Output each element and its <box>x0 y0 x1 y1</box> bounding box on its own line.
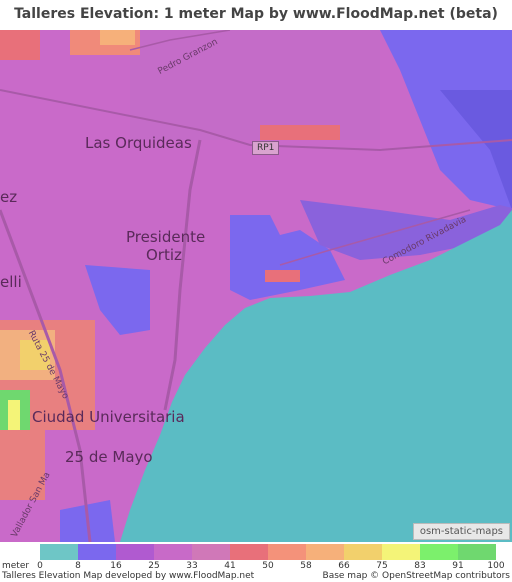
legend-tick-label: 91 <box>452 561 464 571</box>
map-title: Talleres Elevation: 1 meter Map by www.F… <box>14 6 498 22</box>
high-ground-northwest <box>0 30 40 60</box>
legend-tick-label: 50 <box>262 561 274 571</box>
place-ciudad-universitaria: Ciudad Universitaria <box>32 408 185 426</box>
high-ground-coast <box>265 270 300 282</box>
legend-tick-label: 16 <box>110 561 122 571</box>
legend-swatch <box>306 544 344 560</box>
legend-swatch <box>458 544 496 560</box>
legend-tick-label: 66 <box>338 561 350 571</box>
osm-static-maps-badge[interactable]: osm-static-maps <box>412 523 510 540</box>
legend-tick-label: 58 <box>300 561 312 571</box>
legend-swatch <box>268 544 306 560</box>
elevation-map[interactable]: Las Orquideas Presidente Ortiz Ciudad Un… <box>0 30 512 542</box>
legend-tick-label: 33 <box>186 561 198 571</box>
legend-tick-label: 100 <box>487 561 505 571</box>
place-ortiz: Ortiz <box>146 246 182 264</box>
legend-tick-label: 41 <box>224 561 236 571</box>
legend-swatch <box>192 544 230 560</box>
legend-tick-label: 83 <box>414 561 426 571</box>
legend-swatch <box>230 544 268 560</box>
legend-color-bar <box>40 544 496 560</box>
footer-attribution: Base map © OpenStreetMap contributors <box>322 571 510 581</box>
peak-yellow-west <box>8 400 20 430</box>
legend-swatch <box>116 544 154 560</box>
legend-tick-label: 8 <box>75 561 81 571</box>
place-las-orquideas: Las Orquideas <box>85 134 192 152</box>
legend-swatch <box>40 544 78 560</box>
higher-ground-north <box>100 30 135 45</box>
high-ground-rp1 <box>260 125 340 140</box>
legend-swatch <box>154 544 192 560</box>
legend-swatch <box>420 544 458 560</box>
legend-swatch <box>344 544 382 560</box>
place-presidente: Presidente <box>126 228 206 246</box>
place-elli: elli <box>0 273 22 291</box>
legend-tick-label: 75 <box>376 561 388 571</box>
legend-tick-label: 25 <box>148 561 160 571</box>
legend-swatch <box>78 544 116 560</box>
place-ez: ez <box>0 188 18 206</box>
road-badge-rp1: RP1 <box>252 141 280 155</box>
legend-unit: meter <box>2 561 30 571</box>
legend-tick-label: 0 <box>37 561 43 571</box>
legend-swatch <box>382 544 420 560</box>
place-25-de-mayo: 25 de Mayo <box>65 448 153 466</box>
footer-credit: Talleres Elevation Map developed by www.… <box>2 571 255 581</box>
